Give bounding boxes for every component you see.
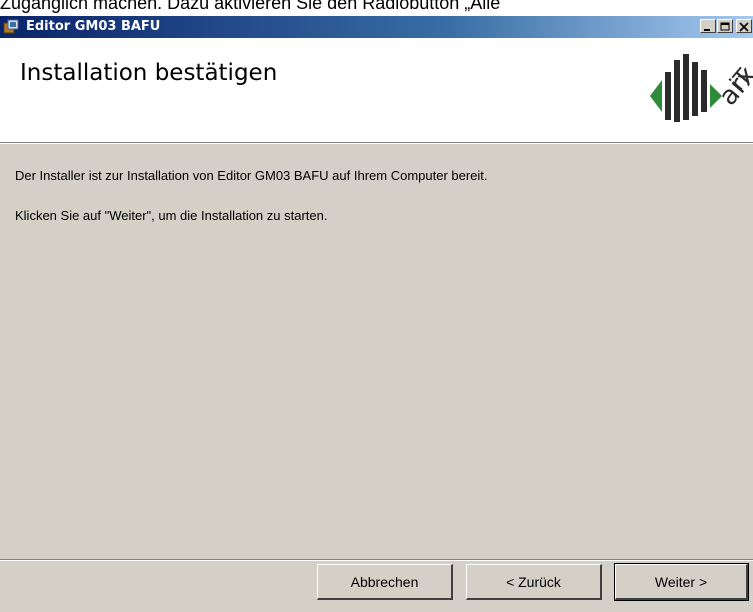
maximize-button[interactable] xyxy=(717,19,733,33)
close-button[interactable] xyxy=(736,19,752,33)
instruction-message: Klicken Sie auf "Weiter", um die Install… xyxy=(15,208,328,223)
minimize-button[interactable] xyxy=(700,19,716,33)
cancel-button[interactable]: Abbrechen xyxy=(317,564,453,600)
button-bar: Abbrechen < Zurück Weiter > xyxy=(0,561,753,612)
back-button[interactable]: < Zurück xyxy=(466,564,602,600)
ready-message: Der Installer ist zur Installation von E… xyxy=(15,168,488,183)
minimize-icon xyxy=(704,29,710,31)
maximize-icon xyxy=(720,22,730,31)
main-content: Der Installer ist zur Installation von E… xyxy=(0,144,753,559)
installer-app-icon xyxy=(3,19,19,34)
next-button[interactable]: Weiter > xyxy=(614,563,749,601)
close-icon xyxy=(739,22,749,32)
page-title: Installation bestätigen xyxy=(20,60,278,86)
window-title: Editor GM03 BAFU xyxy=(26,19,161,34)
window-titlebar[interactable]: Editor GM03 BAFU xyxy=(0,16,753,38)
arxit-logo: arx iT xyxy=(650,54,753,122)
header-banner: Installation bestätigen arx iT xyxy=(0,38,753,142)
